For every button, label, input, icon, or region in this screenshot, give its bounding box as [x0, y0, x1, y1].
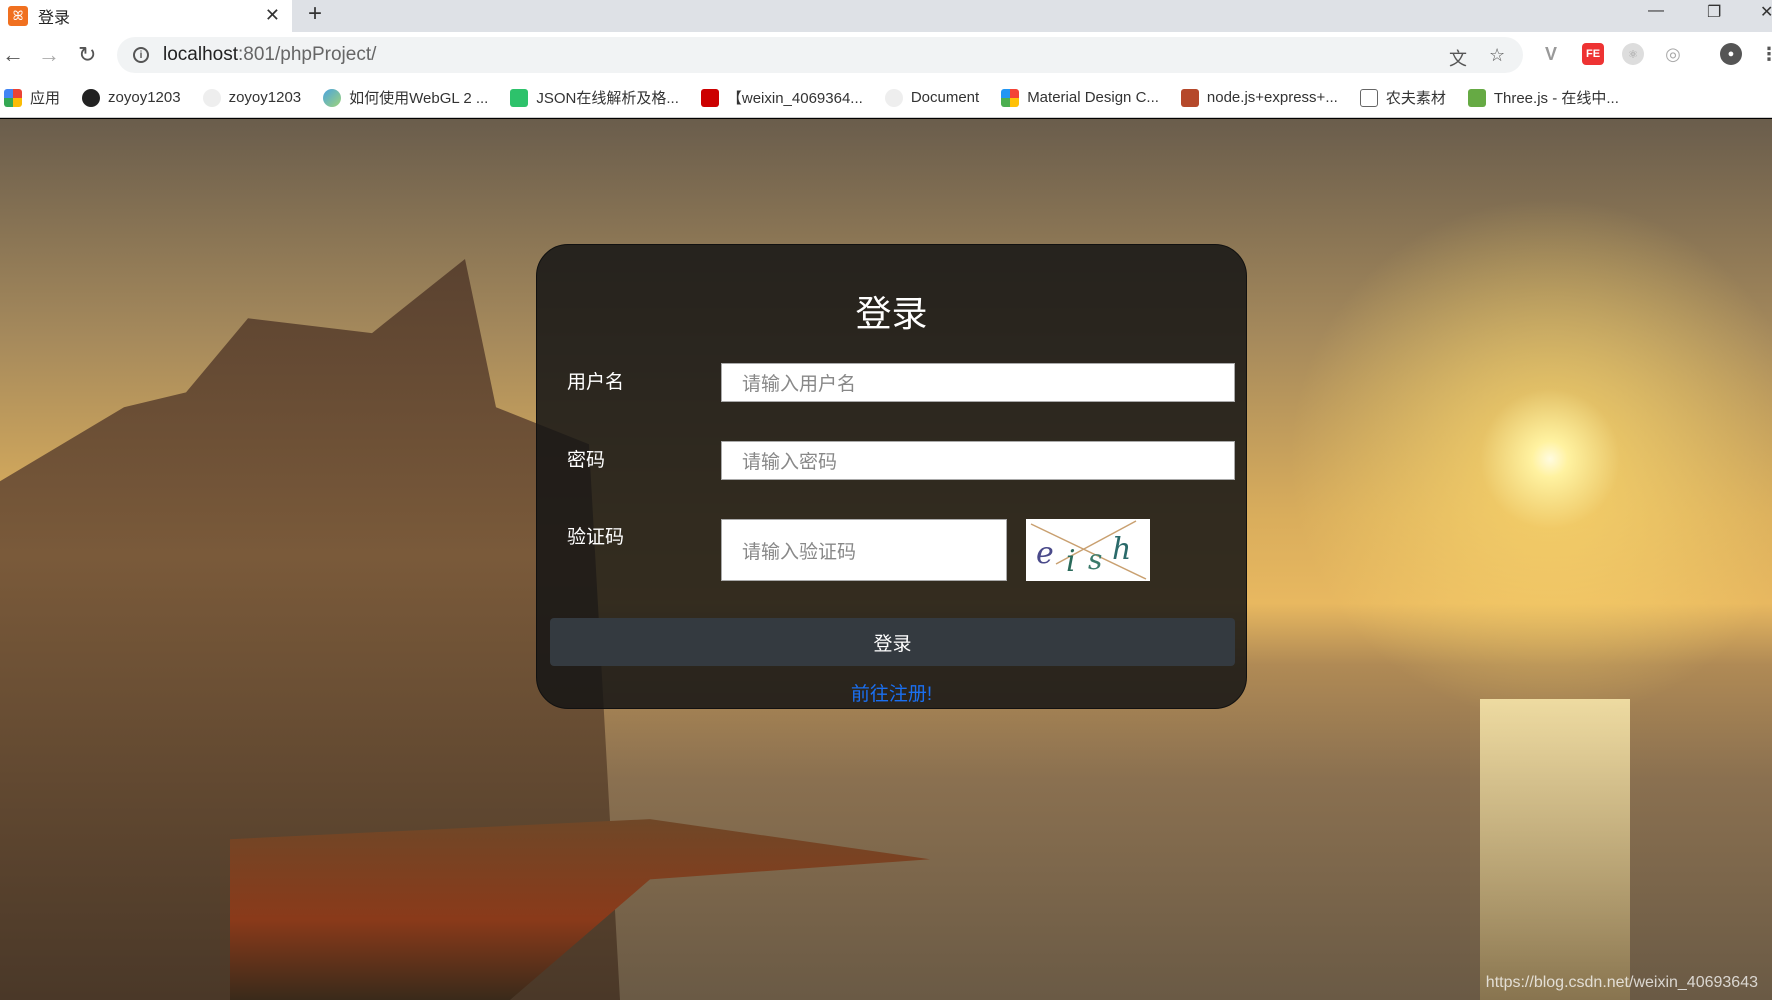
bookmark-item[interactable]: Material Design C... — [1001, 88, 1159, 107]
bookmark-label: zoyoy1203 — [108, 89, 181, 106]
bookmark-label: 农夫素材 — [1385, 90, 1446, 107]
sun-reflection — [1480, 699, 1630, 1000]
bookmark-label: node.js+express+... — [1206, 89, 1338, 106]
captcha-input[interactable]: 请输入验证码 — [721, 519, 1007, 581]
close-tab-icon[interactable]: ✕ — [265, 5, 280, 26]
bookmark-label: 如何使用WebGL 2 ... — [349, 90, 489, 107]
form-title: 登录 — [855, 293, 928, 334]
browser-toolbar: ← → ↻ i localhost:801/phpProject/ 文 ☆ V … — [0, 32, 1772, 78]
bookmark-item[interactable]: node.js+express+... — [1180, 88, 1338, 107]
fe-helper-icon[interactable]: FE — [1582, 43, 1604, 65]
svg-text:i: i — [1066, 544, 1076, 579]
panda-icon — [884, 88, 903, 107]
username-label: 用户名 — [567, 372, 625, 393]
bookmark-item[interactable]: Document — [884, 88, 980, 107]
bookmark-label: 【weixin_4069364... — [726, 90, 863, 107]
svg-text:h: h — [1112, 532, 1131, 567]
translate-icon[interactable]: 文 — [1449, 45, 1467, 71]
address-bar[interactable]: i localhost:801/phpProject/ 文 ☆ — [117, 37, 1523, 73]
username-placeholder: 请输入用户名 — [742, 374, 857, 395]
captcha-label: 验证码 — [567, 527, 625, 548]
bookmark-label: JSON在线解析及格... — [536, 90, 679, 107]
bookmark-label: zoyoy1203 — [228, 89, 302, 106]
restore-icon[interactable]: ❐ — [1707, 2, 1721, 22]
close-window-icon[interactable]: ✕ — [1760, 2, 1772, 22]
username-input[interactable]: 请输入用户名 — [721, 363, 1235, 402]
js-icon — [1180, 88, 1199, 107]
bookmark-item[interactable]: 农夫素材 — [1359, 87, 1446, 108]
profile-icon[interactable]: ● — [1720, 43, 1742, 65]
apps-grid-icon — [4, 88, 22, 107]
bookmarks-bar: 应用 zoyoy1203 zoyoy1203 如何使用WebGL 2 ... JSON在… — [0, 78, 1772, 118]
password-placeholder: 请输入密码 — [742, 452, 838, 473]
bookmark-item[interactable]: 【weixin_4069364... — [700, 87, 863, 108]
bookmark-item[interactable]: JSON在线解析及格... — [510, 87, 679, 108]
info-icon[interactable]: i — [133, 47, 149, 63]
bookmark-item[interactable]: Three.js - 在线中... — [1467, 87, 1619, 108]
browser-tab[interactable]: ꕤ 登录 ✕ — [0, 0, 292, 32]
new-tab-button[interactable]: + — [308, 0, 322, 28]
svg-text:e: e — [1036, 536, 1054, 571]
captcha-placeholder: 请输入验证码 — [742, 541, 857, 563]
tree-icon — [1467, 88, 1486, 107]
watermark: https://blog.csdn.net/weixin_40693643 — [1485, 974, 1758, 991]
svg-text:s: s — [1088, 543, 1102, 576]
register-link[interactable]: 前往注册! — [537, 679, 1246, 706]
bookmark-item[interactable]: 应用 — [4, 87, 60, 108]
url-host: localhost — [163, 44, 238, 65]
bookmark-label: Three.js - 在线中... — [1493, 90, 1619, 107]
url-path: :801/phpProject/ — [238, 44, 377, 65]
password-input[interactable]: 请输入密码 — [721, 441, 1235, 480]
page-icon — [1359, 88, 1378, 107]
csdn-icon — [700, 88, 719, 107]
panda-icon — [202, 88, 221, 107]
extension-icon[interactable]: ◎ — [1662, 43, 1684, 65]
github-icon — [82, 88, 101, 107]
login-button[interactable]: 登录 — [550, 618, 1235, 666]
login-form: 登录 用户名 请输入用户名 密码 请输入密码 验证码 请输入验证码 e i s … — [536, 244, 1247, 709]
minimize-icon[interactable]: — — [1648, 2, 1664, 20]
star-icon[interactable]: ☆ — [1489, 45, 1505, 66]
vue-devtools-icon[interactable]: V — [1540, 43, 1562, 65]
tab-title: 登录 — [38, 10, 71, 27]
bookmark-item[interactable]: zoyoy1203 — [82, 88, 181, 107]
reload-icon[interactable]: ↻ — [78, 42, 96, 68]
bookmark-item[interactable]: zoyoy1203 — [202, 88, 302, 107]
menu-icon[interactable]: ⋮ — [1758, 43, 1772, 65]
captcha-image[interactable]: e i s h — [1026, 519, 1150, 581]
tab-bar: ꕤ 登录 ✕ + — ❐ ✕ — [0, 0, 1772, 32]
material-icon — [1001, 88, 1020, 107]
react-devtools-icon[interactable]: ⚛ — [1622, 43, 1644, 65]
bookmark-label: Material Design C... — [1027, 89, 1159, 106]
forward-icon[interactable]: → — [38, 42, 60, 68]
json-icon — [510, 88, 529, 107]
xampp-favicon-icon: ꕤ — [8, 6, 28, 26]
globe-icon — [323, 88, 342, 107]
password-label: 密码 — [567, 450, 606, 471]
bookmark-item[interactable]: 如何使用WebGL 2 ... — [323, 87, 488, 108]
bookmark-label: 应用 — [30, 90, 61, 107]
back-icon[interactable]: ← — [2, 42, 24, 68]
bookmark-label: Document — [910, 89, 980, 106]
register-link-text[interactable]: 前往注册! — [851, 684, 932, 705]
